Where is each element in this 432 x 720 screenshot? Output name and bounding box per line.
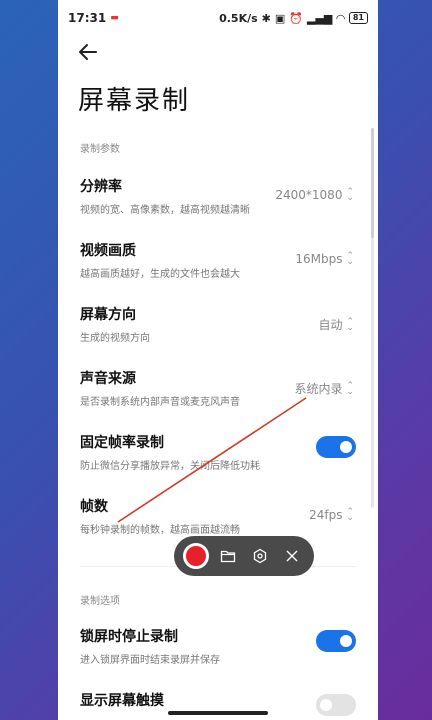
- bluetooth-icon: ✱: [261, 11, 271, 25]
- updown-chevron-icon: ⌃ ⌄: [346, 316, 354, 333]
- setting-value: 24fps ⌃ ⌄: [309, 507, 354, 523]
- settings-button[interactable]: [246, 542, 274, 570]
- setting-audio-source[interactable]: 声音来源 是否录制系统内部声音或麦克风声音 系统内录 ⌃ ⌄: [80, 368, 360, 408]
- setting-video-quality[interactable]: 视频画质 越高画质越好，生成的文件也会越大 16Mbps ⌃ ⌄: [80, 240, 360, 280]
- updown-chevron-icon: ⌃ ⌄: [346, 507, 354, 523]
- status-time: 17:31: [68, 11, 107, 25]
- status-right: 0.5K/s ✱ ▣ ⏰ ▂▄▆ ◠ 81: [219, 12, 368, 25]
- signal-icon: ▂▄▆: [307, 11, 333, 25]
- close-icon: [286, 550, 298, 562]
- option-stop-on-lock: 锁屏时停止录制 进入锁屏界面时结束录屏并保存: [80, 626, 360, 666]
- setting-desc: 每秒钟录制的帧数，越高画面越流畅: [80, 525, 240, 536]
- battery-icon: 81: [348, 12, 368, 24]
- wifi-icon: ◠: [336, 11, 345, 25]
- setting-orientation[interactable]: 屏幕方向 生成的视频方向 自动 ⌃ ⌄: [80, 304, 360, 344]
- record-button[interactable]: [182, 542, 210, 570]
- setting-desc: 视频的宽、高像素数，越高视频越清晰: [80, 205, 250, 216]
- setting-value: 自动 ⌃ ⌄: [318, 316, 354, 333]
- back-arrow-icon[interactable]: [76, 40, 100, 64]
- recording-indicator-icon: ▬: [110, 13, 119, 23]
- setting-value: 系统内录 ⌃ ⌄: [294, 380, 354, 397]
- record-icon: [183, 543, 209, 569]
- stop-on-lock-toggle[interactable]: [316, 630, 356, 652]
- setting-resolution[interactable]: 分辨率 视频的宽、高像素数，越高视频越清晰 2400*1080 ⌃ ⌄: [80, 176, 360, 216]
- setting-desc: 越高画质越好，生成的文件也会越大: [80, 269, 240, 280]
- setting-framerate[interactable]: 帧数 每秒钟录制的帧数，越高画面越流畅 24fps ⌃ ⌄: [80, 496, 360, 536]
- folder-icon: [220, 550, 236, 563]
- close-button[interactable]: [278, 542, 306, 570]
- scrollbar-thumb[interactable]: [371, 128, 374, 238]
- section-label-params: 录制参数: [80, 144, 120, 155]
- updown-chevron-icon: ⌃ ⌄: [346, 187, 354, 203]
- option-show-touches: 显示屏幕触摸: [80, 690, 360, 716]
- setting-fixed-framerate: 固定帧率录制 防止微信分享播放异常，关闭后降低功耗: [80, 432, 360, 472]
- hexagon-settings-icon: [253, 548, 267, 564]
- setting-desc: 防止微信分享播放异常，关闭后降低功耗: [80, 461, 260, 472]
- fixed-framerate-toggle[interactable]: [316, 436, 356, 458]
- setting-desc: 进入锁屏界面时结束录屏并保存: [80, 655, 220, 666]
- setting-value: 2400*1080 ⌃ ⌄: [275, 187, 354, 203]
- updown-chevron-icon: ⌃ ⌄: [346, 251, 354, 267]
- folder-button[interactable]: [214, 542, 242, 570]
- status-bar: 17:31 ▬ 0.5K/s ✱ ▣ ⏰ ▂▄▆ ◠ 81: [58, 0, 378, 36]
- page-title: 屏幕录制: [78, 86, 191, 116]
- recorder-toolbar: [174, 536, 314, 576]
- home-indicator: [168, 711, 268, 715]
- alarm-icon: ⏰: [289, 11, 303, 25]
- setting-value: 16Mbps ⌃ ⌄: [295, 251, 354, 267]
- phone-screen: 17:31 ▬ 0.5K/s ✱ ▣ ⏰ ▂▄▆ ◠ 81 屏幕录制 录制参数 …: [58, 0, 378, 720]
- vibrate-icon: ▣: [274, 11, 286, 25]
- section-label-options: 录制选项: [80, 596, 120, 607]
- updown-chevron-icon: ⌃ ⌄: [346, 380, 354, 397]
- network-speed: 0.5K/s: [219, 11, 258, 25]
- show-touches-toggle[interactable]: [316, 694, 356, 716]
